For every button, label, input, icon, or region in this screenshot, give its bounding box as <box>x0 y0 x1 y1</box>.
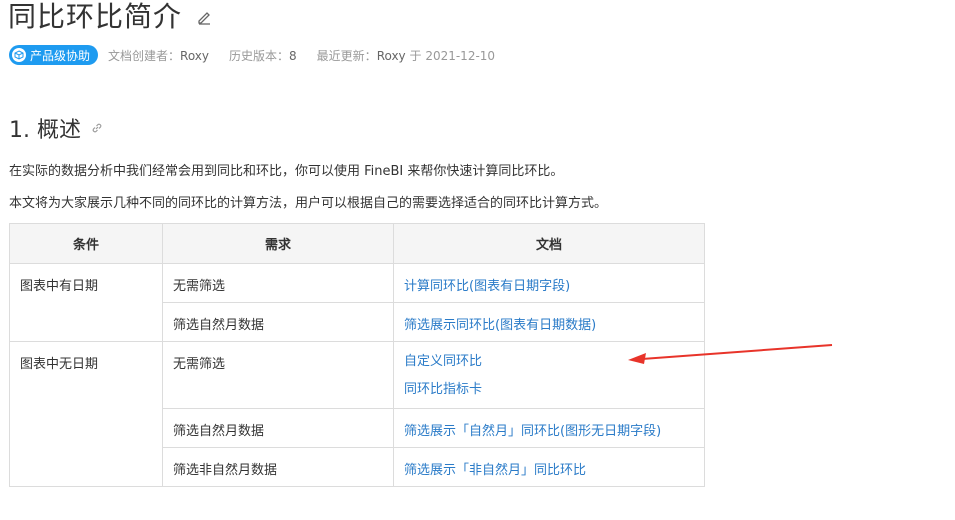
table-row: 图表中无日期 无需筛选 自定义同环比 同环比指标卡 <box>9 341 705 487</box>
section-heading: 1. 概述 <box>9 118 81 143</box>
creator-label: 文档创建者： <box>108 48 181 63</box>
edit-icon[interactable] <box>196 9 212 25</box>
need-cell: 筛选自然月数据 <box>162 408 394 448</box>
doc-meta: 产品级协助 文档创建者：Roxy 历史版本：8 最近更新：Roxy 于 2021… <box>9 45 515 65</box>
header-condition: 条件 <box>9 223 163 264</box>
comparison-table: 条件 需求 文档 图表中有日期 无需筛选 计算同环比(图表有日期字段) 筛选自然… <box>9 223 705 487</box>
need-cell: 无需筛选 <box>162 341 394 409</box>
updated-meta: 最近更新：Roxy 于 2021-12-10 <box>317 47 495 64</box>
header-doc: 文档 <box>393 223 705 264</box>
page-title: 同比环比简介 <box>8 0 183 33</box>
doc-link[interactable]: 同环比指标卡 <box>404 381 694 399</box>
page-title-row: 同比环比简介 <box>8 0 212 34</box>
product-badge[interactable]: 产品级协助 <box>9 45 99 65</box>
updated-label: 最近更新： <box>316 48 377 63</box>
doc-link[interactable]: 筛选展示同环比(图表有日期数据) <box>404 314 694 333</box>
badge-label: 产品级协助 <box>30 48 91 63</box>
version-label: 历史版本： <box>229 48 290 63</box>
doc-cell: 筛选展示「非自然月」同比环比 <box>393 447 705 487</box>
doc-cell: 计算同环比(图表有日期字段) <box>393 263 705 303</box>
condition-cell: 图表中无日期 <box>9 341 163 487</box>
need-cell: 筛选非自然月数据 <box>162 447 394 487</box>
cube-icon <box>12 48 26 62</box>
version-value[interactable]: 8 <box>289 49 297 63</box>
doc-link[interactable]: 计算同环比(图表有日期字段) <box>404 275 694 294</box>
table-row: 图表中有日期 无需筛选 计算同环比(图表有日期字段) <box>9 263 705 342</box>
need-cell: 筛选自然月数据 <box>162 302 394 342</box>
updated-by[interactable]: Roxy <box>377 49 406 63</box>
table-header-row: 条件 需求 文档 <box>9 223 705 264</box>
intro-paragraph-2: 本文将为大家展示几种不同的同环比的计算方法，用户可以根据自己的需要选择适合的同环… <box>9 196 608 211</box>
doc-link[interactable]: 筛选展示「自然月」同环比(图形无日期字段) <box>404 420 694 439</box>
doc-cell: 筛选展示「自然月」同环比(图形无日期字段) <box>393 408 705 448</box>
doc-cell: 筛选展示同环比(图表有日期数据) <box>393 302 705 342</box>
doc-link[interactable]: 筛选展示「非自然月」同比环比 <box>404 459 694 478</box>
anchor-link-icon[interactable] <box>91 122 103 134</box>
section-heading-row: 1. 概述 <box>9 112 103 144</box>
creator-meta: 文档创建者：Roxy <box>108 47 209 64</box>
need-cell: 无需筛选 <box>162 263 394 303</box>
updated-date: 于 2021-12-10 <box>409 48 496 63</box>
creator-value[interactable]: Roxy <box>180 49 209 63</box>
annotation-arrow <box>628 344 833 364</box>
condition-cell: 图表中有日期 <box>9 263 163 342</box>
version-meta: 历史版本：8 <box>229 47 297 64</box>
intro-paragraph-1: 在实际的数据分析中我们经常会用到同比和环比，你可以使用 FineBI 来帮你快速… <box>9 164 564 179</box>
header-need: 需求 <box>162 223 394 264</box>
